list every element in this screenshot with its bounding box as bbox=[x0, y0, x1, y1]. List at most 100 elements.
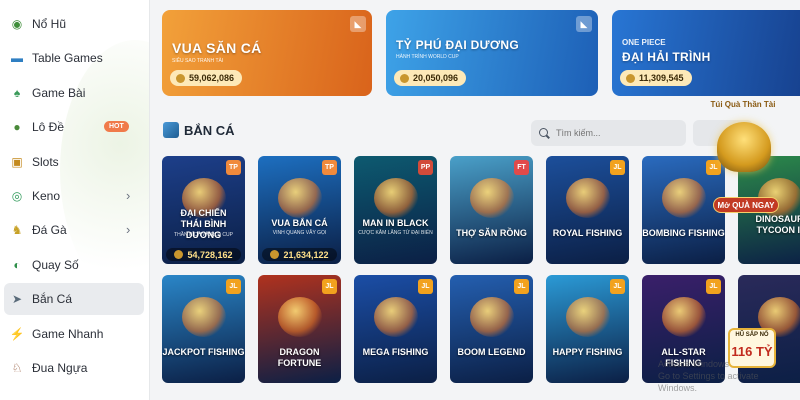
provider-logo-icon: PP bbox=[418, 160, 433, 175]
keno-icon: ◎ bbox=[11, 189, 23, 203]
provider-logo-icon: JL bbox=[322, 279, 337, 294]
banner-dai-hai-trinh[interactable]: ONE PIECE ĐẠI HẢI TRÌNH 11,309,545 bbox=[612, 10, 800, 96]
game-art bbox=[373, 178, 418, 218]
open-gift-button[interactable]: Mở QUÀ NGAY bbox=[713, 197, 779, 213]
coin-icon bbox=[626, 73, 635, 83]
game-subtitle: THẦN KÌCH WORLD CUP bbox=[174, 232, 233, 238]
game-art bbox=[181, 297, 226, 337]
gold-pot-icon bbox=[717, 122, 771, 172]
search-box[interactable] bbox=[531, 120, 686, 146]
banner-jackpot: 59,062,086 bbox=[170, 70, 243, 86]
sidebar-item-5[interactable]: ◎ Keno › bbox=[4, 180, 144, 212]
game-card[interactable]: TP VUA BẮN CÁ VINH QUANG VẪY GỌI 21,634,122 bbox=[258, 156, 341, 264]
coin-icon bbox=[400, 73, 409, 83]
provider-logo-icon: JL bbox=[418, 279, 433, 294]
sidebar-item-label: Slots bbox=[32, 154, 59, 169]
sidebar-item-label: Đua Ngựa bbox=[32, 361, 88, 375]
sidebar-item-1[interactable]: ▬ Table Games bbox=[4, 42, 144, 74]
table-icon: ▬ bbox=[11, 51, 23, 66]
game-jackpot: 54,728,162 bbox=[166, 248, 241, 261]
sidebar-item-4[interactable]: ▣ Slots bbox=[4, 146, 144, 178]
game-card[interactable]: FT THỢ SĂN RỒNG bbox=[450, 156, 533, 264]
game-card[interactable]: JL BOOM LEGEND bbox=[450, 275, 533, 383]
sidebar-item-3[interactable]: ● Lô Đề HOT bbox=[4, 111, 144, 143]
game-title: BOMBING FISHING bbox=[642, 228, 725, 238]
sidebar-item-8[interactable]: ➤ Bắn Cá bbox=[4, 283, 144, 316]
search-icon bbox=[539, 127, 550, 139]
game-title: JACKPOT FISHING bbox=[162, 347, 245, 357]
game-card[interactable]: PP MAN IN BLACK CƯỢC KÂM LĂNG TỪ ĐẠI BIỂN bbox=[354, 156, 437, 264]
game-art bbox=[277, 178, 322, 218]
game-art bbox=[277, 297, 322, 337]
sidebar-item-label: Table Games bbox=[32, 51, 103, 66]
horse-icon: ♘ bbox=[11, 361, 23, 375]
chevron-right-icon[interactable]: › bbox=[126, 222, 130, 237]
sidebar-item-0[interactable]: ◉ Nổ Hũ bbox=[4, 8, 144, 40]
section-title: BẮN CÁ bbox=[184, 123, 235, 138]
provider-logo-icon: TP bbox=[322, 160, 337, 175]
provider-badge-icon: ◣ bbox=[350, 16, 366, 32]
game-title: MEGA FISHING bbox=[362, 347, 429, 357]
coin-icon bbox=[270, 250, 280, 259]
sidebar-item-6[interactable]: ♞ Đá Gà › bbox=[4, 214, 144, 246]
game-card[interactable]: JL ROYAL FISHING bbox=[546, 156, 629, 264]
game-card[interactable]: JL JACKPOT FISHING bbox=[162, 275, 245, 383]
sidebar-item-9[interactable]: ⚡ Game Nhanh bbox=[4, 318, 144, 350]
game-card[interactable]: JL HAPPY FISHING bbox=[546, 275, 629, 383]
game-jackpot: 21,634,122 bbox=[262, 248, 337, 261]
provider-logo-icon: TP bbox=[226, 160, 241, 175]
sidebar-item-10[interactable]: ♘ Đua Ngựa bbox=[4, 352, 144, 384]
lightning-icon: ⚡ bbox=[9, 326, 25, 341]
jackpot-float-label: HŨ SẮP NỔ bbox=[735, 332, 769, 338]
sidebar-item-label: Game Nhanh bbox=[32, 326, 104, 341]
coin-icon bbox=[176, 73, 185, 83]
sidebar-item-7[interactable]: ◐ Quay Số bbox=[4, 249, 144, 281]
lottery-ball-icon: ● bbox=[13, 120, 21, 135]
provider-logo-icon: JL bbox=[610, 279, 625, 294]
banner-vua-san-ca[interactable]: ◣ VUA SĂN CÁ SIÊU SAO TRANH TÀI 59,062,0… bbox=[162, 10, 372, 96]
promo-title: Túi Quà Thần Tài bbox=[710, 100, 776, 109]
sidebar-item-label: Lô Đề bbox=[32, 120, 65, 135]
game-subtitle: CƯỢC KÂM LĂNG TỪ ĐẠI BIỂN bbox=[358, 230, 433, 236]
activation-watermark: Activate Windows Go to Settings to activ… bbox=[658, 359, 759, 393]
provider-logo-icon: JL bbox=[514, 279, 529, 294]
banner-jackpot: 11,309,545 bbox=[620, 70, 692, 86]
provider-logo-icon: JL bbox=[706, 279, 721, 294]
jackpot-float-value: 116 TỶ bbox=[731, 344, 773, 359]
sidebar-item-label: Đá Gà bbox=[32, 223, 67, 238]
fish-icon: ➤ bbox=[11, 292, 23, 307]
game-art bbox=[469, 297, 514, 337]
game-title: HAPPY FISHING bbox=[552, 347, 623, 357]
promo-widget[interactable]: Túi Quà Thần Tài Mở QUÀ NGAY bbox=[703, 100, 787, 218]
game-art bbox=[661, 178, 706, 218]
game-title: ROYAL FISHING bbox=[552, 228, 623, 238]
game-art bbox=[661, 297, 706, 337]
game-title: MAN IN BLACK bbox=[362, 218, 429, 228]
banner-ty-phu-dai-duong[interactable]: ◣ TỶ PHÚ ĐẠI DƯƠNG HÀNH TRÌNH WORLD CUP … bbox=[386, 10, 598, 96]
game-card[interactable]: JL MEGA FISHING bbox=[354, 275, 437, 383]
banner-title: VUA SĂN CÁ bbox=[172, 40, 262, 56]
provider-logo-icon: FT bbox=[514, 160, 529, 175]
banner-subtitle: SIÊU SAO TRANH TÀI bbox=[172, 58, 224, 64]
game-title: THỢ SĂN RỒNG bbox=[456, 228, 527, 238]
game-art bbox=[565, 297, 610, 337]
provider-badge-icon: ◣ bbox=[576, 16, 592, 32]
game-title: VUA BẮN CÁ bbox=[271, 218, 328, 228]
banner-subtitle: HÀNH TRÌNH WORLD CUP bbox=[396, 54, 459, 60]
game-subtitle: VINH QUANG VẪY GỌI bbox=[272, 230, 327, 236]
sidebar-item-label: Bắn Cá bbox=[32, 292, 73, 307]
game-card[interactable]: TP ĐẠI CHIẾN THÁI BÌNH DƯƠNG THẦN KÌCH WORL… bbox=[162, 156, 245, 264]
banner-jackpot: 20,050,096 bbox=[394, 70, 467, 86]
provider-logo-icon: JL bbox=[226, 279, 241, 294]
sidebar-item-2[interactable]: ♠ Game Bài bbox=[4, 77, 144, 109]
slot-jar-icon: ◉ bbox=[11, 17, 23, 31]
chevron-right-icon[interactable]: › bbox=[126, 188, 130, 203]
banner-logo: ONE PIECE bbox=[622, 38, 666, 47]
slot-machine-icon: ▣ bbox=[11, 154, 23, 169]
provider-logo-icon: JL bbox=[610, 160, 625, 175]
search-input[interactable] bbox=[556, 128, 676, 138]
game-title: BOOM LEGEND bbox=[457, 347, 526, 357]
fishing-category-icon bbox=[163, 122, 179, 138]
game-card[interactable]: JL DRAGON FORTUNE bbox=[258, 275, 341, 383]
game-art bbox=[565, 178, 610, 218]
